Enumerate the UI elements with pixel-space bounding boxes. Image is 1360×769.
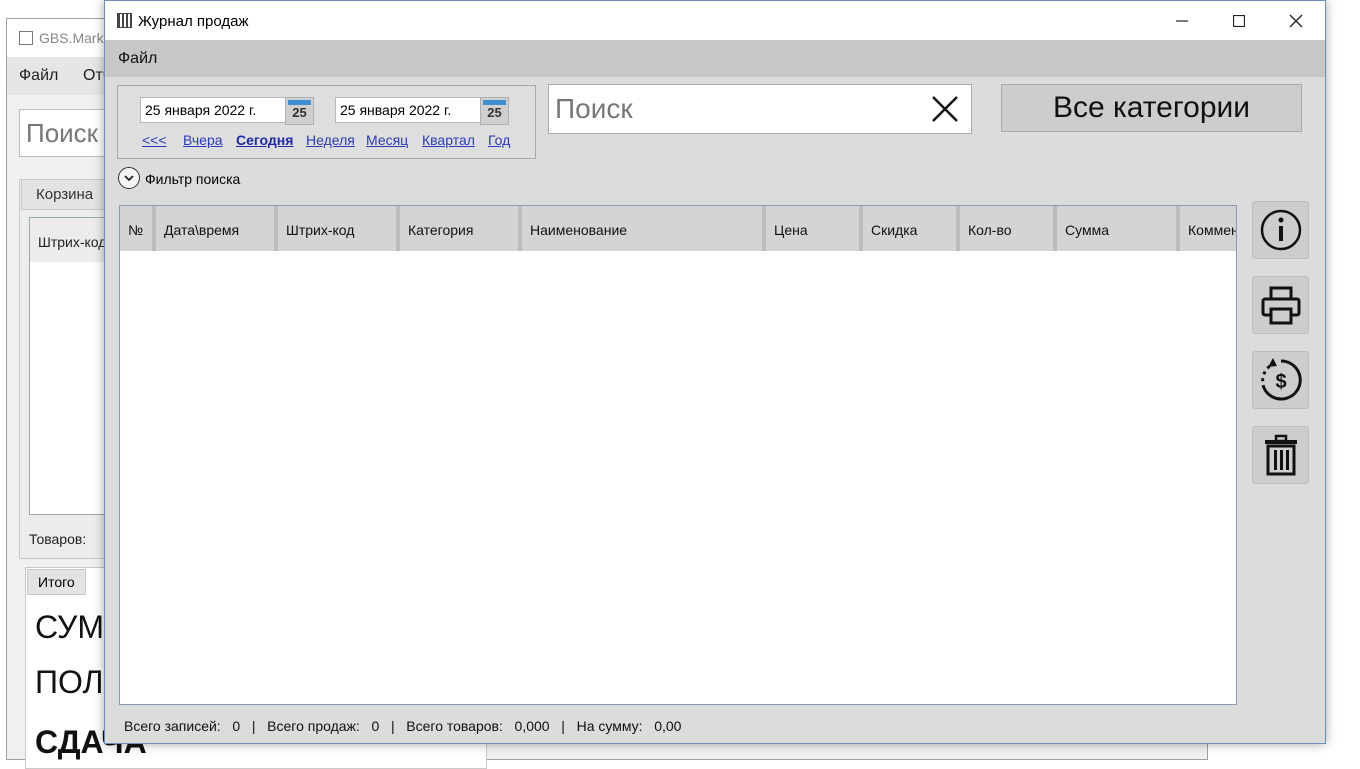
minimize-icon [1176, 19, 1188, 22]
refund-icon: $ [1260, 358, 1302, 401]
cart-goods-label: Товаров: [29, 531, 87, 547]
calendar-day: 25 [292, 105, 307, 120]
column-number[interactable]: № [120, 206, 156, 251]
sales-table: № Дата\время Штрих-код Категория Наимено… [119, 205, 1237, 705]
status-bar: Всего записей: 0 | Всего продаж: 0 | Все… [124, 718, 681, 734]
sales-journal-window: Журнал продаж Файл 25 января 2022 г. 25 … [104, 0, 1326, 744]
records-label: Всего записей: [124, 718, 221, 734]
link-yesterday[interactable]: Вчера [183, 132, 223, 148]
date-to-field[interactable]: 25 января 2022 г. 25 [335, 97, 509, 125]
calendar-day: 25 [487, 105, 502, 120]
column-datetime[interactable]: Дата\время [156, 206, 278, 251]
date-range-panel: 25 января 2022 г. 25 25 января 2022 г. 2… [117, 85, 536, 159]
link-week[interactable]: Неделя [306, 132, 355, 148]
column-quantity[interactable]: Кол-во [960, 206, 1057, 251]
background-menu-file[interactable]: Файл [19, 67, 58, 85]
link-year[interactable]: Год [488, 132, 510, 148]
trash-icon [1264, 434, 1297, 476]
table-header: № Дата\время Штрих-код Категория Наимено… [120, 206, 1236, 251]
search-input[interactable] [553, 91, 917, 127]
sum-label: На сумму: [576, 718, 643, 734]
clear-search-button[interactable] [927, 91, 963, 127]
records-count: 0 [232, 718, 241, 734]
cart-tab[interactable]: Корзина [21, 179, 109, 210]
column-discount[interactable]: Скидка [863, 206, 960, 251]
separator: | [251, 718, 256, 734]
all-categories-button[interactable]: Все категории [1001, 84, 1302, 132]
minimize-button[interactable] [1153, 1, 1211, 40]
background-title: GBS.Marke [39, 30, 112, 46]
print-button[interactable] [1252, 276, 1309, 334]
total-tab[interactable]: Итого [27, 569, 86, 595]
window-title: Журнал продаж [138, 13, 249, 30]
delete-button[interactable] [1252, 426, 1309, 484]
svg-text:$: $ [1275, 371, 1286, 393]
column-barcode[interactable]: Штрих-код [278, 206, 400, 251]
calendar-from-button[interactable]: 25 [285, 97, 314, 125]
background-search-placeholder: Поиск [26, 118, 99, 148]
separator: | [390, 718, 395, 734]
chevron-down-icon [118, 167, 140, 189]
close-button[interactable] [1267, 1, 1325, 40]
link-today[interactable]: Сегодня [236, 132, 293, 148]
titlebar: Журнал продаж [105, 1, 1325, 40]
info-icon [1260, 209, 1301, 251]
column-price[interactable]: Цена [766, 206, 863, 251]
refund-button[interactable]: $ [1252, 351, 1309, 409]
separator: | [561, 718, 565, 734]
close-icon [932, 96, 958, 122]
total-sum-label: СУМ [35, 609, 105, 645]
goods-label: Всего товаров: [406, 718, 503, 734]
maximize-button[interactable] [1210, 1, 1268, 40]
date-from-field[interactable]: 25 января 2022 г. 25 [140, 97, 314, 125]
calendar-to-button[interactable]: 25 [480, 97, 509, 125]
app-icon [19, 31, 33, 45]
search-box [548, 84, 972, 134]
sales-count: 0 [371, 718, 380, 734]
app-icon [117, 13, 132, 28]
column-name[interactable]: Наименование [522, 206, 766, 251]
column-comment[interactable]: Коммен [1180, 206, 1236, 251]
link-quarter[interactable]: Квартал [422, 132, 475, 148]
sales-label: Всего продаж: [267, 718, 360, 734]
column-sum[interactable]: Сумма [1057, 206, 1180, 251]
info-button[interactable] [1252, 201, 1309, 259]
cart-column-barcode: Штрих-код [38, 234, 107, 250]
search-filter-label: Фильтр поиска [145, 171, 241, 187]
total-paid-label: ПОЛ [35, 664, 104, 700]
printer-icon [1261, 286, 1300, 325]
sum-value: 0,00 [654, 718, 682, 734]
column-category[interactable]: Категория [400, 206, 522, 251]
maximize-icon [1233, 14, 1245, 27]
menubar: Файл [105, 40, 1325, 77]
date-from-value: 25 января 2022 г. [145, 102, 257, 118]
close-icon [1289, 14, 1303, 27]
date-to-value: 25 января 2022 г. [340, 102, 452, 118]
menu-file[interactable]: Файл [118, 50, 157, 68]
link-month[interactable]: Месяц [366, 132, 408, 148]
link-back[interactable]: <<< [142, 132, 167, 148]
goods-count: 0,000 [514, 718, 550, 734]
